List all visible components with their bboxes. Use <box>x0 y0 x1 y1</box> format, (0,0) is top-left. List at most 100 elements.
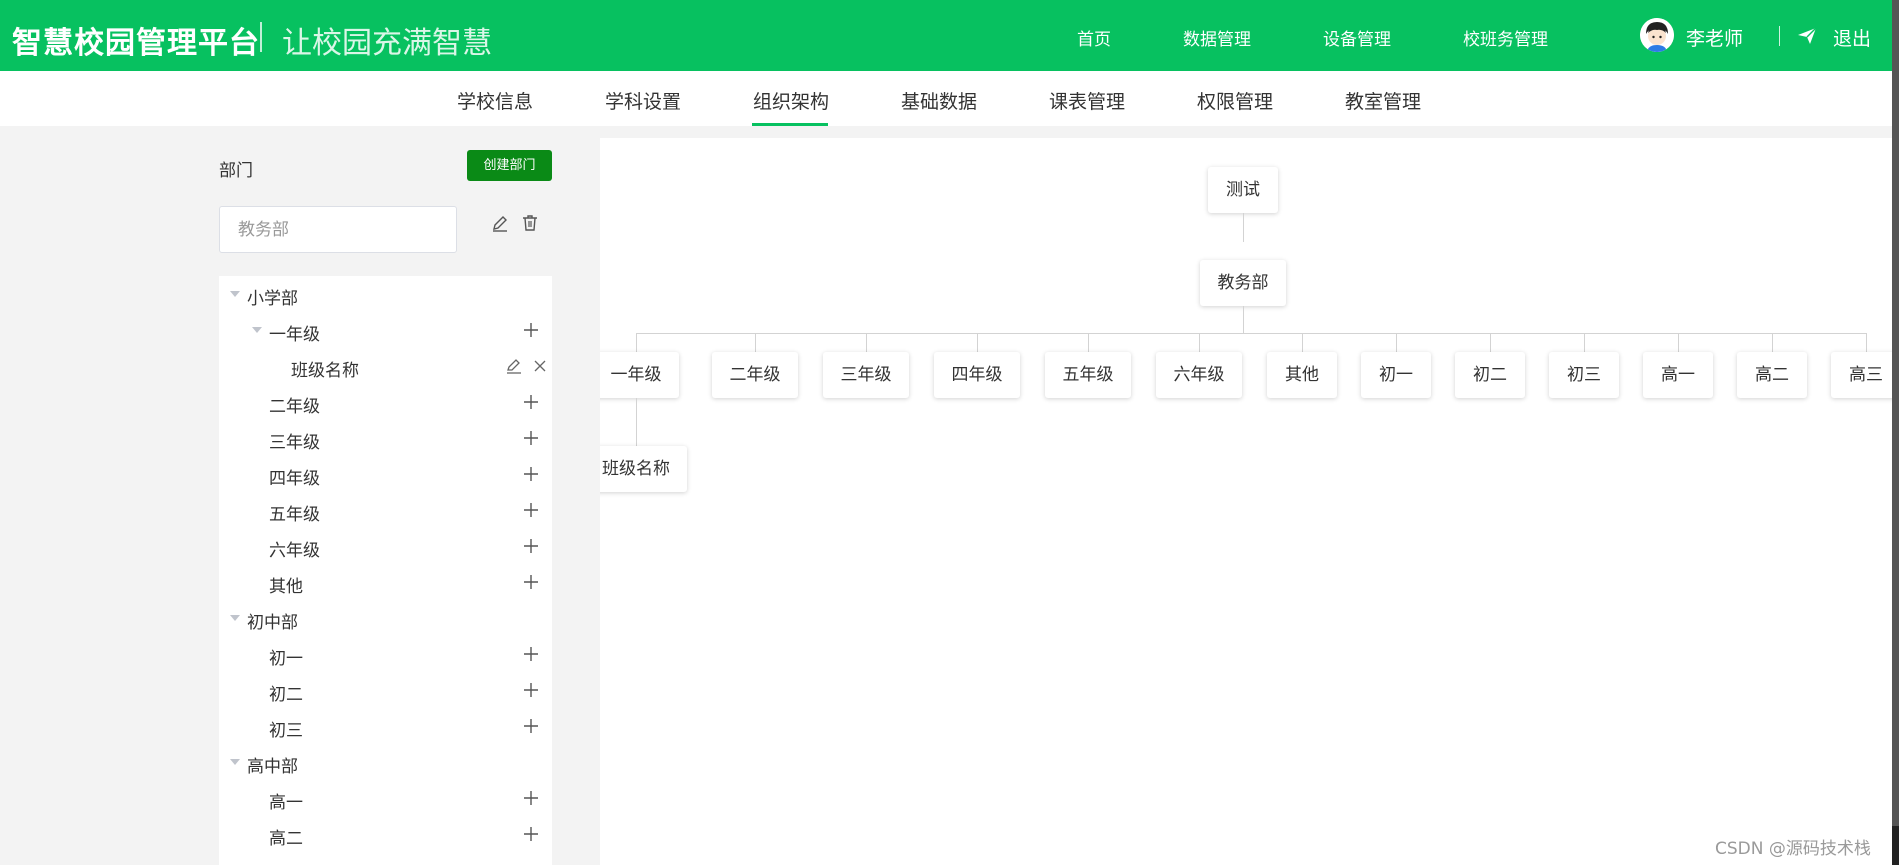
org-node-grade[interactable]: 高一 <box>1643 352 1713 398</box>
tree-node-label: 初中部 <box>247 613 298 633</box>
plus-icon[interactable] <box>522 393 540 411</box>
tab-school-info[interactable]: 学校信息 <box>457 87 533 114</box>
connector-line <box>636 333 1866 334</box>
org-node-grade[interactable]: 初三 <box>1549 352 1619 398</box>
user-divider <box>1779 26 1780 46</box>
caret-down-icon[interactable] <box>230 615 240 621</box>
org-node-grade[interactable]: 六年级 <box>1156 352 1242 398</box>
tree-node[interactable]: 高一 <box>219 780 552 816</box>
tree-node-label: 初二 <box>269 685 303 705</box>
connector-line <box>1490 333 1491 352</box>
tree-node[interactable]: 三年级 <box>219 420 552 456</box>
nav-data-management[interactable]: 数据管理 <box>1183 25 1251 50</box>
org-node-grade[interactable]: 初一 <box>1361 352 1431 398</box>
tree-node[interactable]: 六年级 <box>219 528 552 564</box>
org-node-grade[interactable]: 一年级 <box>600 352 679 398</box>
title-divider <box>260 22 262 52</box>
tab-basic-data[interactable]: 基础数据 <box>901 87 977 114</box>
plus-icon[interactable] <box>522 429 540 447</box>
tree-node-label: 六年级 <box>269 541 320 561</box>
tree-node[interactable]: 二年级 <box>219 384 552 420</box>
edit-icon[interactable] <box>490 214 510 234</box>
plus-icon[interactable] <box>522 717 540 735</box>
connector-line <box>636 333 637 352</box>
plus-icon[interactable] <box>522 681 540 699</box>
paper-plane-icon[interactable] <box>1797 27 1817 45</box>
tree-node-label: 高中部 <box>247 757 298 777</box>
tree-group[interactable]: 初中部 <box>219 600 552 636</box>
tree-node[interactable]: 班级名称 <box>219 348 552 384</box>
scrollbar-thumb[interactable] <box>1892 826 1899 865</box>
tree-group[interactable]: 小学部 <box>219 276 552 312</box>
org-node-root[interactable]: 测试 <box>1208 167 1278 213</box>
tree-node[interactable]: 五年级 <box>219 492 552 528</box>
plus-icon[interactable] <box>522 321 540 339</box>
department-tree: 小学部一年级班级名称 二年级三年级四年级五年级六年级其他初中部初一初二初三高中部高… <box>219 276 552 865</box>
plus-icon[interactable] <box>522 501 540 519</box>
plus-icon[interactable] <box>522 537 540 555</box>
connector-line <box>1199 333 1200 352</box>
caret-down-icon[interactable] <box>252 327 262 333</box>
create-department-button[interactable]: 创建部门 <box>467 150 552 181</box>
tree-node[interactable]: 初一 <box>219 636 552 672</box>
tree-node-label: 五年级 <box>269 505 320 525</box>
tab-timetable[interactable]: 课表管理 <box>1049 87 1125 114</box>
connector-line <box>977 333 978 352</box>
plus-icon[interactable] <box>522 789 540 807</box>
org-node-grade[interactable]: 三年级 <box>823 352 909 398</box>
tree-node-label: 其他 <box>269 577 303 597</box>
tree-node-label: 一年级 <box>269 325 320 345</box>
connector-line <box>1678 333 1679 352</box>
window-scrollbar-track[interactable] <box>1892 0 1899 865</box>
department-name-input[interactable] <box>219 206 457 253</box>
user-avatar[interactable] <box>1640 18 1674 52</box>
org-node-grade[interactable]: 五年级 <box>1045 352 1131 398</box>
department-heading: 部门 <box>219 161 253 181</box>
app-slogan: 让校园充满智慧 <box>282 26 492 61</box>
tab-subject-settings[interactable]: 学科设置 <box>605 87 681 114</box>
org-node-grade[interactable]: 高三 <box>1831 352 1892 398</box>
top-header: 智慧校园管理平台 让校园充满智慧 首页 数据管理 设备管理 校班务管理 李老师 … <box>0 0 1899 71</box>
caret-down-icon[interactable] <box>230 291 240 297</box>
connector-line <box>1243 213 1244 242</box>
org-node-grade[interactable]: 初二 <box>1455 352 1525 398</box>
connector-line <box>1088 333 1089 352</box>
tree-node-label: 四年级 <box>269 469 320 489</box>
plus-icon[interactable] <box>522 645 540 663</box>
tree-node-label: 初一 <box>269 649 303 669</box>
org-node-grade[interactable]: 二年级 <box>712 352 798 398</box>
tree-node-label: 高一 <box>269 793 303 813</box>
plus-icon[interactable] <box>522 573 540 591</box>
org-node-class[interactable]: 班级名称 <box>600 446 687 492</box>
connector-line <box>1584 333 1585 352</box>
org-node-grade[interactable]: 四年级 <box>934 352 1020 398</box>
nav-device-management[interactable]: 设备管理 <box>1323 25 1391 50</box>
connector-line <box>1243 306 1244 333</box>
logout-link[interactable]: 退出 <box>1833 24 1871 51</box>
tree-node[interactable]: 四年级 <box>219 456 552 492</box>
tree-node[interactable]: 高二 <box>219 816 552 852</box>
edit-icon[interactable] <box>505 357 523 375</box>
tab-org-structure[interactable]: 组织架构 <box>753 87 829 114</box>
nav-class-affairs[interactable]: 校班务管理 <box>1463 25 1548 50</box>
tab-permissions[interactable]: 权限管理 <box>1197 87 1273 114</box>
connector-line <box>1302 333 1303 352</box>
tree-group[interactable]: 高中部 <box>219 744 552 780</box>
user-name[interactable]: 李老师 <box>1686 24 1743 51</box>
plus-icon[interactable] <box>522 465 540 483</box>
org-node-grade[interactable]: 高二 <box>1737 352 1807 398</box>
org-node-department[interactable]: 教务部 <box>1200 260 1286 306</box>
tree-node-label: 三年级 <box>269 433 320 453</box>
caret-down-icon[interactable] <box>230 759 240 765</box>
tree-node[interactable]: 一年级 <box>219 312 552 348</box>
trash-icon[interactable] <box>520 213 540 233</box>
nav-home[interactable]: 首页 <box>1077 25 1111 50</box>
tree-node[interactable]: 初二 <box>219 672 552 708</box>
plus-icon[interactable] <box>522 825 540 843</box>
tab-classrooms[interactable]: 教室管理 <box>1345 87 1421 114</box>
close-icon[interactable] <box>531 357 549 375</box>
tree-node[interactable]: 其他 <box>219 564 552 600</box>
sub-navigation: 学校信息 学科设置 组织架构 基础数据 课表管理 权限管理 教室管理 <box>0 71 1892 126</box>
org-node-grade[interactable]: 其他 <box>1267 352 1337 398</box>
tree-node[interactable]: 初三 <box>219 708 552 744</box>
